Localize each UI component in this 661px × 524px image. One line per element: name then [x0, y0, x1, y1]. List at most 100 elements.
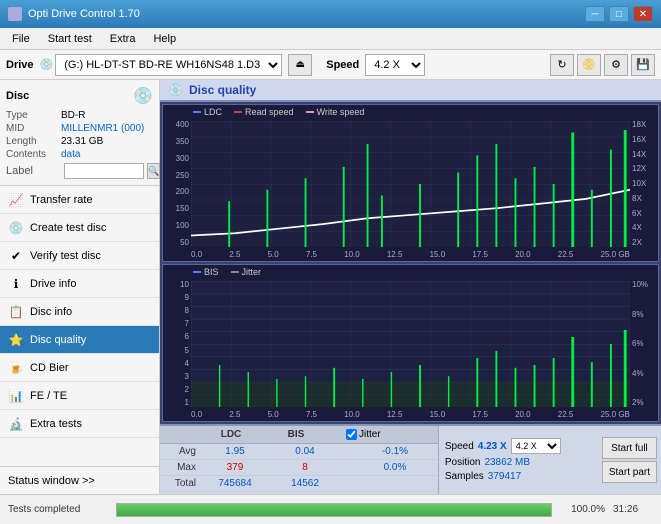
- eject-button[interactable]: ⏏: [288, 54, 312, 76]
- progress-percent: 100.0%: [560, 504, 605, 515]
- sidebar-item-extra-tests[interactable]: 🔬 Extra tests: [0, 410, 159, 438]
- contents-key: Contents: [6, 149, 61, 160]
- refresh-icon[interactable]: ↻: [550, 54, 574, 76]
- avg-ldc: 1.95: [200, 446, 270, 457]
- progress-label: Tests completed: [8, 504, 108, 515]
- max-ldc: 379: [200, 462, 270, 473]
- bis-legend-bis: BIS: [204, 267, 219, 277]
- drive-bar: Drive 💿 (G:) HL-DT-ST BD-RE WH16NS48 1.D…: [0, 50, 661, 80]
- ldc-legend-ldc: LDC: [204, 107, 222, 117]
- fe-te-icon: 📊: [8, 388, 24, 404]
- ldc-y-axis-left: 400 350 300 250 200 150 100 50: [163, 121, 191, 247]
- charts-area: LDC Read speed Write speed 400 350 300: [160, 102, 661, 424]
- max-jitter: 0.0%: [360, 462, 430, 473]
- start-part-button[interactable]: Start part: [602, 461, 657, 483]
- cd-bier-icon: 🍺: [8, 360, 24, 376]
- bis-chart-svg: [191, 281, 630, 407]
- save-icon[interactable]: 💾: [631, 54, 655, 76]
- jitter-checkbox[interactable]: [346, 429, 357, 440]
- bis-legend: BIS Jitter: [193, 267, 261, 277]
- mid-key: MID: [6, 123, 61, 134]
- sidebar-item-drive-info[interactable]: ℹ Drive info: [0, 270, 159, 298]
- content-area: 💿 Disc quality LDC Read speed: [160, 80, 661, 494]
- menu-extra[interactable]: Extra: [102, 31, 144, 47]
- ldc-chart: LDC Read speed Write speed 400 350 300: [162, 104, 659, 262]
- app-title: Opti Drive Control 1.70: [28, 8, 140, 20]
- type-key: Type: [6, 110, 61, 121]
- sidebar-item-disc-quality[interactable]: ⭐ Disc quality: [0, 326, 159, 354]
- max-bis: 8: [270, 462, 340, 473]
- progress-fill: [117, 504, 551, 516]
- disc-quality-icon: ⭐: [8, 332, 24, 348]
- verify-disc-icon: ✔: [8, 248, 24, 264]
- disc-quality-header: 💿 Disc quality: [160, 80, 661, 102]
- total-label: Total: [160, 478, 200, 489]
- mid-val: MILLENMR1 (000): [61, 123, 144, 134]
- disc-quality-title: Disc quality: [189, 83, 256, 97]
- samples-label: Samples: [445, 471, 484, 482]
- avg-label: Avg: [160, 446, 200, 457]
- ldc-chart-svg: [191, 121, 630, 247]
- avg-jitter: -0.1%: [360, 446, 430, 457]
- sidebar-menu: 📈 Transfer rate 💿 Create test disc ✔ Ver…: [0, 186, 159, 466]
- transfer-rate-icon: 📈: [8, 192, 24, 208]
- bis-legend-jitter: Jitter: [242, 267, 262, 277]
- avg-bis: 0.04: [270, 446, 340, 457]
- start-buttons-panel: Start full Start part: [598, 426, 661, 494]
- progress-track: [116, 503, 552, 517]
- progress-time: 31:26: [613, 504, 653, 515]
- sidebar-item-create-test-disc[interactable]: 💿 Create test disc: [0, 214, 159, 242]
- sidebar-item-cd-bier[interactable]: 🍺 CD Bier: [0, 354, 159, 382]
- speed-stat-select[interactable]: 4.2 X: [511, 438, 561, 454]
- minimize-button[interactable]: ─: [585, 6, 605, 22]
- menu-start-test[interactable]: Start test: [40, 31, 100, 47]
- sidebar-item-disc-info[interactable]: 📋 Disc info: [0, 298, 159, 326]
- status-window-button[interactable]: Status window >>: [0, 466, 159, 494]
- sidebar: Disc 💿 Type BD-R MID MILLENMR1 (000) Len…: [0, 80, 160, 494]
- bis-x-axis: 0.0 2.5 5.0 7.5 10.0 12.5 15.0 17.5 20.0…: [191, 407, 630, 421]
- speed-label: Speed: [326, 59, 359, 71]
- bis-y-axis-left: 10 9 8 7 6 5 4 3 2 1: [163, 281, 191, 407]
- sidebar-item-transfer-rate[interactable]: 📈 Transfer rate: [0, 186, 159, 214]
- stat-row-total: Total 745684 14562: [160, 476, 438, 492]
- sidebar-item-verify-test-disc[interactable]: ✔ Verify test disc: [0, 242, 159, 270]
- window-controls: ─ □ ✕: [585, 6, 653, 22]
- disc-panel: Disc 💿 Type BD-R MID MILLENMR1 (000) Len…: [0, 80, 159, 186]
- disc-panel-title: Disc: [6, 90, 29, 102]
- length-key: Length: [6, 136, 61, 147]
- extra-tests-icon: 🔬: [8, 416, 24, 432]
- stat-row-max: Max 379 8 0.0%: [160, 460, 438, 476]
- progress-bar-area: Tests completed 100.0% 31:26: [0, 494, 661, 524]
- ldc-legend-write: Write speed: [317, 107, 365, 117]
- stats-row: LDC BIS Jitter Avg 1.95 0.04: [160, 424, 661, 494]
- disc-eject-icon[interactable]: 📀: [577, 54, 601, 76]
- menu-help[interactable]: Help: [145, 31, 184, 47]
- drive-select[interactable]: (G:) HL-DT-ST BD-RE WH16NS48 1.D3: [55, 54, 282, 76]
- start-full-button[interactable]: Start full: [602, 437, 657, 459]
- label-browse-button[interactable]: 🔍: [147, 163, 160, 179]
- menu-file[interactable]: File: [4, 31, 38, 47]
- position-stat-row: Position 23862 MB: [445, 457, 592, 468]
- maximize-button[interactable]: □: [609, 6, 629, 22]
- ldc-chart-inner: [191, 121, 630, 247]
- label-input[interactable]: [64, 163, 144, 179]
- position-label: Position: [445, 457, 481, 468]
- col-bis: BIS: [266, 429, 326, 440]
- max-label: Max: [160, 462, 200, 473]
- close-button[interactable]: ✕: [633, 6, 653, 22]
- drive-label: Drive: [6, 59, 34, 71]
- app-icon: [8, 7, 22, 21]
- speed-stat-value: 4.23 X: [478, 441, 507, 452]
- position-value: 23862 MB: [484, 457, 530, 468]
- title-bar: Opti Drive Control 1.70 ─ □ ✕: [0, 0, 661, 28]
- bis-chart: BIS Jitter 10 9 8 7 6 5 4 3: [162, 264, 659, 422]
- sidebar-item-fe-te[interactable]: 📊 FE / TE: [0, 382, 159, 410]
- bis-chart-inner: [191, 281, 630, 407]
- speed-select[interactable]: 4.2 X: [365, 54, 425, 76]
- disc-quality-header-icon: 💿: [168, 83, 183, 97]
- ldc-legend-read: Read speed: [245, 107, 294, 117]
- stat-row-avg: Avg 1.95 0.04 -0.1%: [160, 444, 438, 460]
- total-bis: 14562: [270, 478, 340, 489]
- length-val: 23.31 GB: [61, 136, 103, 147]
- settings-icon[interactable]: ⚙: [604, 54, 628, 76]
